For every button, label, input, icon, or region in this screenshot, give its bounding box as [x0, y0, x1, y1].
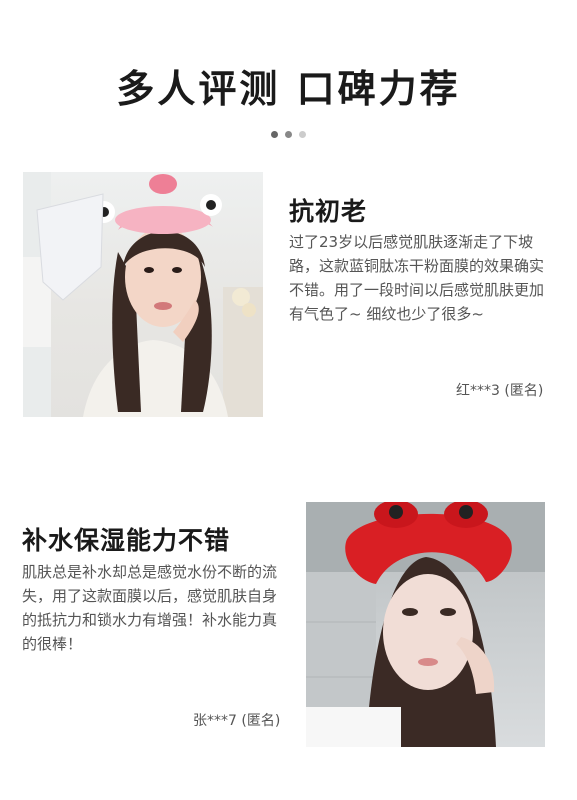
review-body-2: 肌肤总是补水却总是感觉水份不断的流失，用了这款面膜以后，感觉肌肤自身的抵抗力和锁… [22, 563, 278, 653]
reviewer-name-1: 红***3 (匿名) [456, 383, 544, 399]
carousel-dots [0, 123, 577, 142]
review-heading-1: 抗初老 [289, 197, 368, 226]
review-photo-2 [306, 502, 545, 747]
woman-with-sheet-mask-photo-icon [23, 172, 263, 417]
woman-with-red-headband-photo-icon [306, 502, 545, 747]
carousel-dot [285, 131, 292, 138]
review-photo-1 [23, 172, 263, 417]
carousel-dot [299, 131, 307, 138]
carousel-dot [270, 131, 278, 138]
review-body-1: 过了23岁以后感觉肌肤逐渐走了下坡路，这款蓝铜肽冻干粉面膜的效果确实不错。用了一… [289, 233, 545, 323]
review-heading-2: 补水保湿能力不错 [22, 526, 231, 555]
reviewer-name-2: 张***7 (匿名) [193, 713, 281, 729]
page-title: 多人评测 口碑力荐 [116, 67, 461, 111]
